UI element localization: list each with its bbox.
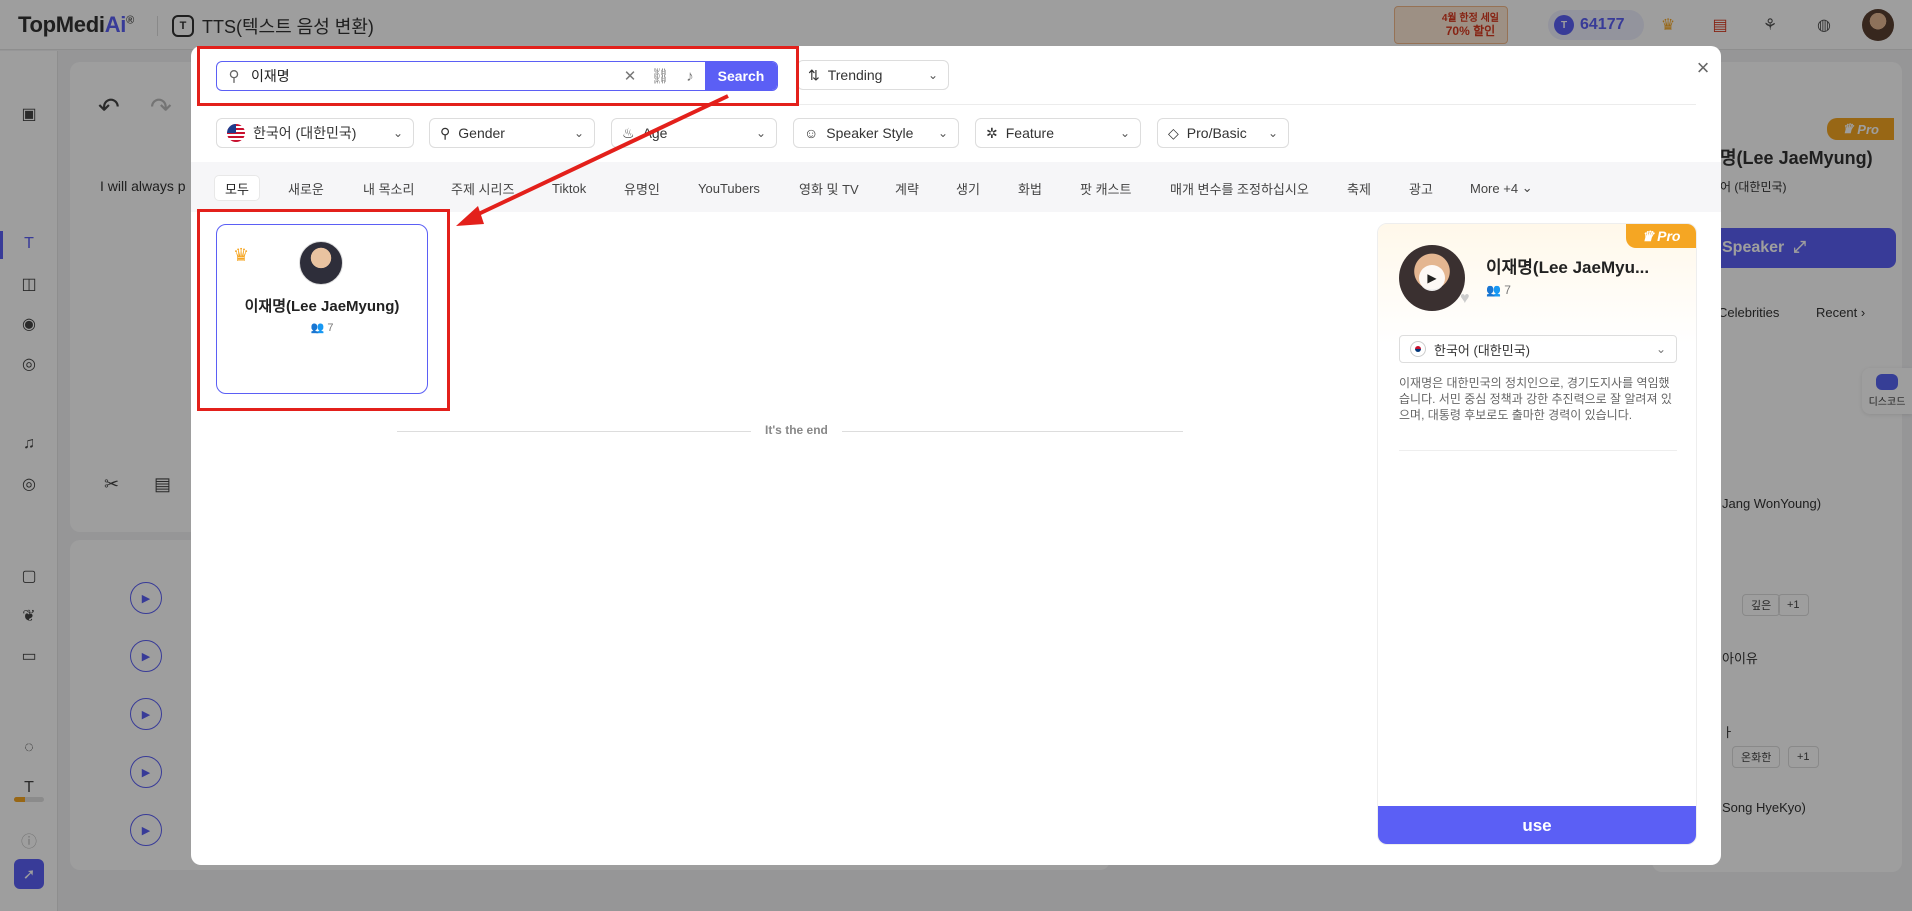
category-tab[interactable]: 매개 변수를 조정하십시오 — [1170, 176, 1309, 200]
category-tab[interactable]: 계략 — [895, 176, 919, 200]
category-tab[interactable]: 내 목소리 — [363, 176, 414, 200]
close-icon[interactable]: × — [1689, 54, 1717, 82]
voice-detail-avatar: ▶ — [1399, 245, 1465, 311]
category-tab-all[interactable]: 모두 — [215, 176, 259, 200]
speaker-style-filter[interactable]: ☺ Speaker Style ⌄ — [793, 118, 959, 148]
users-icon: 👥 — [310, 322, 325, 334]
chevron-down-icon: ⌄ — [927, 68, 938, 82]
search-bar: ⚲ ✕ ⛓ ♪ Search — [216, 61, 778, 91]
crown-icon: ♛ — [1641, 227, 1655, 244]
category-bar: 모두 새로운 내 목소리 주제 시리즈 Tiktok 유명인 YouTubers… — [191, 162, 1721, 212]
gender-icon: ⚲ — [440, 124, 451, 141]
use-button[interactable]: use — [1378, 806, 1696, 844]
category-tab[interactable]: 생기 — [956, 176, 980, 200]
age-filter[interactable]: ♨ Age ⌄ — [611, 118, 777, 148]
users-icon: 👥 — [1486, 283, 1501, 297]
language-filter[interactable]: 한국어 (대한민국) ⌄ — [216, 118, 414, 148]
sort-icon: ⇅ — [808, 66, 820, 83]
chevron-down-icon: ⌄ — [1119, 126, 1130, 140]
category-tab[interactable]: 축제 — [1347, 176, 1371, 200]
category-tab[interactable]: YouTubers — [698, 176, 760, 200]
more-categories-button[interactable]: More +4 ⌄ — [1470, 176, 1533, 200]
search-icon: ⚲ — [228, 68, 240, 85]
diamond-icon: ◇ — [1168, 124, 1179, 141]
sort-dropdown[interactable]: ⇅ Trending ⌄ — [797, 60, 949, 90]
voice-language-select[interactable]: 한국어 (대한민국) ⌄ — [1399, 335, 1677, 363]
pro-badge: ♛ Pro — [1626, 224, 1696, 248]
voice-picker-modal: × ⚲ ✕ ⛓ ♪ Search ⇅ Trending ⌄ 한국어 (대한민국)… — [191, 46, 1721, 865]
voice-detail-users: 👥 7 — [1486, 283, 1511, 297]
us-flag-icon — [227, 124, 245, 142]
search-input[interactable] — [251, 62, 615, 90]
clear-icon[interactable]: ✕ — [615, 67, 645, 85]
cake-icon: ♨ — [622, 124, 635, 141]
divider — [216, 104, 1696, 105]
feature-icon: ✲ — [986, 124, 998, 141]
category-tab[interactable]: 새로운 — [288, 176, 324, 200]
pro-basic-filter[interactable]: ◇ Pro/Basic ⌄ — [1157, 118, 1289, 148]
category-tab[interactable]: 팟 캐스트 — [1080, 176, 1131, 200]
voice-description: 이재명은 대한민국의 정치인으로, 경기도지사를 역임했습니다. 서민 중심 정… — [1399, 376, 1672, 422]
gender-filter[interactable]: ⚲ Gender ⌄ — [429, 118, 595, 148]
category-tab[interactable]: 영화 및 TV — [799, 176, 859, 200]
category-tab[interactable]: 유명인 — [624, 176, 660, 200]
music-note-icon[interactable]: ♪ — [675, 68, 705, 85]
category-tab[interactable]: Tiktok — [552, 176, 586, 200]
search-button[interactable]: Search — [705, 62, 777, 90]
chevron-down-icon: ⌄ — [1267, 126, 1278, 140]
chevron-down-icon: ⌄ — [392, 126, 403, 140]
chevron-down-icon: ⌄ — [1655, 342, 1666, 356]
end-of-list-text: It's the end — [751, 423, 842, 437]
crown-icon: ♛ — [233, 245, 250, 265]
smile-icon: ☺ — [804, 125, 819, 141]
chevron-down-icon: ⌄ — [1521, 180, 1533, 195]
chevron-down-icon: ⌄ — [937, 126, 948, 140]
voice-detail-panel: ♛ Pro ▶ ♥ 이재명(Lee JaeMyu... 👥 7 한국어 (대한민국… — [1377, 223, 1697, 845]
chevron-down-icon: ⌄ — [573, 126, 584, 140]
play-icon[interactable]: ▶ — [1419, 265, 1445, 291]
voice-avatar — [299, 241, 343, 285]
voice-card-name: 이재명(Lee JaeMyung) — [244, 298, 400, 315]
heart-icon[interactable]: ♥ — [1460, 290, 1470, 308]
category-tab[interactable]: 주제 시리즈 — [451, 176, 514, 200]
voice-detail-name: 이재명(Lee JaeMyu... — [1486, 258, 1650, 277]
link-icon[interactable]: ⛓ — [645, 67, 675, 85]
category-tab[interactable]: 광고 — [1409, 176, 1433, 200]
feature-filter[interactable]: ✲ Feature ⌄ — [975, 118, 1141, 148]
korea-flag-icon — [1410, 341, 1426, 357]
divider — [1399, 450, 1677, 451]
category-tab[interactable]: 화법 — [1018, 176, 1042, 200]
chevron-down-icon: ⌄ — [755, 126, 766, 140]
voice-card-users: 👥 7 — [310, 322, 334, 334]
voice-card[interactable]: ♛ 이재명(Lee JaeMyung) 👥 7 — [216, 224, 428, 394]
